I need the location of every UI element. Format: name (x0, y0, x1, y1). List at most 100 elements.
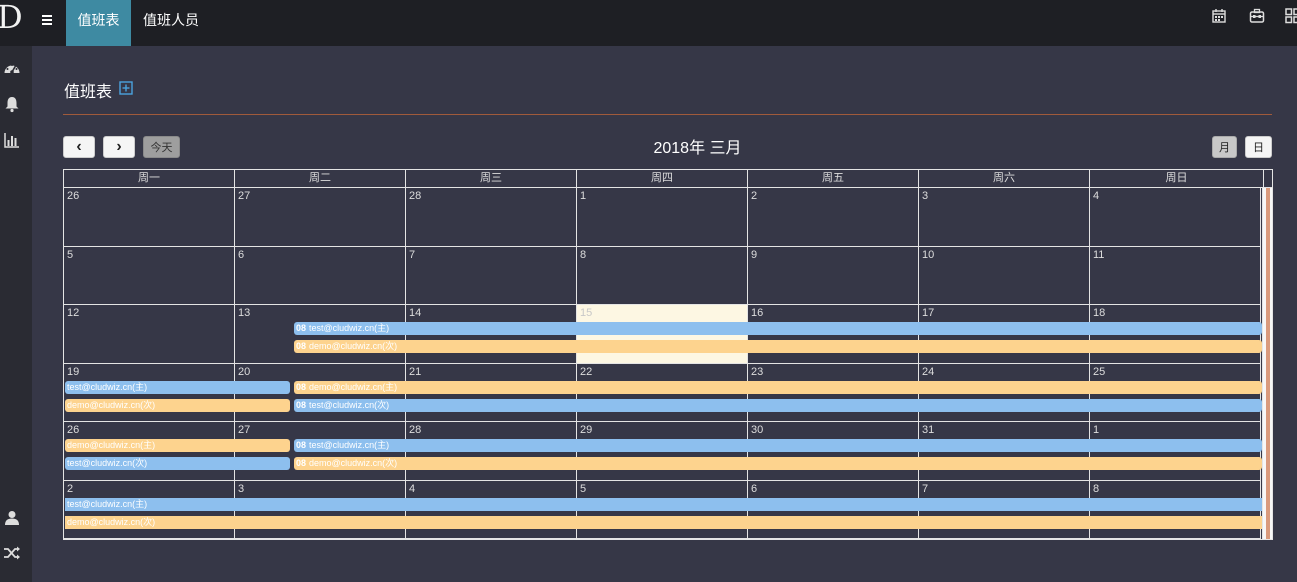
tab-duty-schedule[interactable]: 值班表 (66, 0, 131, 46)
event-time: 08 (296, 440, 307, 450)
event-title: test@cludwiz.cn(次) (309, 399, 390, 410)
duty-event[interactable]: 08 test@cludwiz.cn(次) (294, 398, 1262, 412)
day-cell[interactable]: 12 (64, 305, 235, 364)
event-title: demo@cludwiz.cn(主) (67, 440, 156, 450)
day-number: 8 (580, 248, 587, 261)
day-number: 25 (1093, 365, 1106, 378)
month-view-button[interactable]: 月 (1212, 136, 1237, 158)
header-divider (63, 114, 1272, 115)
day-number: 20 (238, 365, 251, 378)
duty-event[interactable]: demo@cludwiz.cn(次) (65, 398, 290, 412)
day-number: 2 (67, 482, 74, 495)
day-number: 19 (67, 365, 80, 378)
day-cell[interactable]: 1 (577, 188, 748, 247)
day-number: 2 (751, 190, 758, 202)
day-number: 8 (1093, 482, 1100, 495)
day-cell[interactable]: 9 (748, 246, 919, 305)
dashboard-icon[interactable] (3, 60, 21, 78)
apps-grid-icon[interactable] (1285, 8, 1297, 24)
weekday-header: 周四 (577, 170, 748, 187)
event-title: test@cludwiz.cn(主) (309, 440, 390, 450)
prev-month-button[interactable]: ‹ (63, 136, 95, 158)
day-cell[interactable]: 10 (919, 246, 1090, 305)
weekday-header: 周日 (1090, 170, 1264, 187)
day-cell[interactable]: 27 (235, 188, 406, 247)
day-cell[interactable]: 5 (64, 246, 235, 305)
duty-event[interactable]: 08 demo@cludwiz.cn(主) (294, 380, 1262, 394)
day-number: 31 (922, 424, 935, 436)
day-number: 26 (67, 424, 80, 436)
day-number: 1 (580, 190, 587, 202)
plus-square-icon[interactable] (119, 81, 133, 95)
event-title: demo@cludwiz.cn(主) (309, 381, 398, 392)
day-cell[interactable]: 11 (1090, 246, 1261, 305)
toolbox-icon[interactable] (1249, 8, 1265, 24)
shuffle-icon[interactable] (3, 544, 21, 562)
day-number: 30 (751, 424, 764, 436)
day-number: 27 (238, 190, 251, 202)
day-number: 6 (238, 248, 245, 261)
duty-event[interactable]: test@cludwiz.cn(主) (65, 497, 1262, 511)
logo-text: D (0, 0, 23, 36)
day-cell[interactable]: 26 (64, 188, 235, 247)
day-number: 9 (751, 248, 758, 261)
calendar-icon[interactable] (1211, 8, 1227, 24)
user-icon[interactable] (3, 509, 21, 527)
day-view-button[interactable]: 日 (1245, 136, 1272, 158)
day-number: 6 (751, 482, 758, 495)
day-number: 18 (1093, 307, 1106, 319)
today-button[interactable]: 今天 (143, 136, 180, 158)
hamburger-menu-icon[interactable] (40, 13, 54, 27)
logo[interactable]: D (0, 0, 32, 46)
weekday-header: 周一 (64, 170, 235, 187)
day-cell[interactable]: 8 (577, 246, 748, 305)
day-number: 7 (922, 482, 929, 495)
day-cell[interactable]: 6 (235, 246, 406, 305)
top-navbar: D 值班表 值班人员 (0, 0, 1297, 46)
day-cell[interactable]: 4 (1090, 188, 1261, 247)
day-number: 15 (580, 307, 593, 319)
day-number: 13 (238, 307, 251, 319)
duty-event[interactable]: demo@cludwiz.cn(主) (65, 439, 290, 452)
tab-duty-staff[interactable]: 值班人员 (137, 0, 205, 46)
day-number: 1 (1093, 424, 1100, 436)
duty-event[interactable]: 08 test@cludwiz.cn(主) (294, 439, 1262, 452)
duty-event[interactable]: test@cludwiz.cn(主) (65, 380, 290, 394)
next-month-button[interactable]: › (103, 136, 135, 158)
bar-chart-icon[interactable] (3, 131, 21, 149)
event-time: 08 (296, 323, 307, 333)
duty-event[interactable]: demo@cludwiz.cn(次) (65, 515, 1262, 529)
scrollbar-thumb[interactable] (1266, 188, 1270, 539)
sidebar (0, 46, 32, 582)
day-number: 22 (580, 365, 593, 378)
duty-event[interactable]: 08 demo@cludwiz.cn(次) (294, 457, 1262, 470)
day-number: 3 (238, 482, 245, 495)
chevron-right-icon: › (116, 138, 122, 155)
day-number: 29 (580, 424, 593, 436)
duty-event[interactable]: 08 test@cludwiz.cn(主) (294, 322, 1262, 335)
event-title: demo@cludwiz.cn(次) (67, 516, 156, 527)
day-cell[interactable]: 2 (748, 188, 919, 247)
calendar-scrollbar[interactable] (1262, 188, 1272, 539)
event-title: test@cludwiz.cn(主) (67, 498, 148, 509)
day-number: 5 (580, 482, 587, 495)
duty-event[interactable]: test@cludwiz.cn(次) (65, 457, 290, 470)
bell-icon[interactable] (3, 95, 21, 113)
weekday-header: 周六 (919, 170, 1090, 187)
duty-event[interactable]: 08 demo@cludwiz.cn(次) (294, 340, 1262, 353)
day-number: 21 (409, 365, 422, 378)
page-title: 值班表 (64, 84, 113, 101)
event-time: 08 (296, 458, 307, 468)
day-cell[interactable]: 7 (406, 246, 577, 305)
day-number: 10 (922, 248, 935, 261)
day-number: 24 (922, 365, 935, 378)
day-cell[interactable]: 28 (406, 188, 577, 247)
day-number: 14 (409, 307, 422, 319)
event-title: test@cludwiz.cn(主) (67, 381, 148, 392)
day-number: 12 (67, 307, 80, 319)
event-title: demo@cludwiz.cn(次) (309, 458, 398, 468)
day-cell[interactable]: 3 (919, 188, 1090, 247)
day-number: 28 (409, 190, 422, 202)
event-time: 08 (296, 399, 307, 410)
event-time: 08 (296, 341, 307, 351)
